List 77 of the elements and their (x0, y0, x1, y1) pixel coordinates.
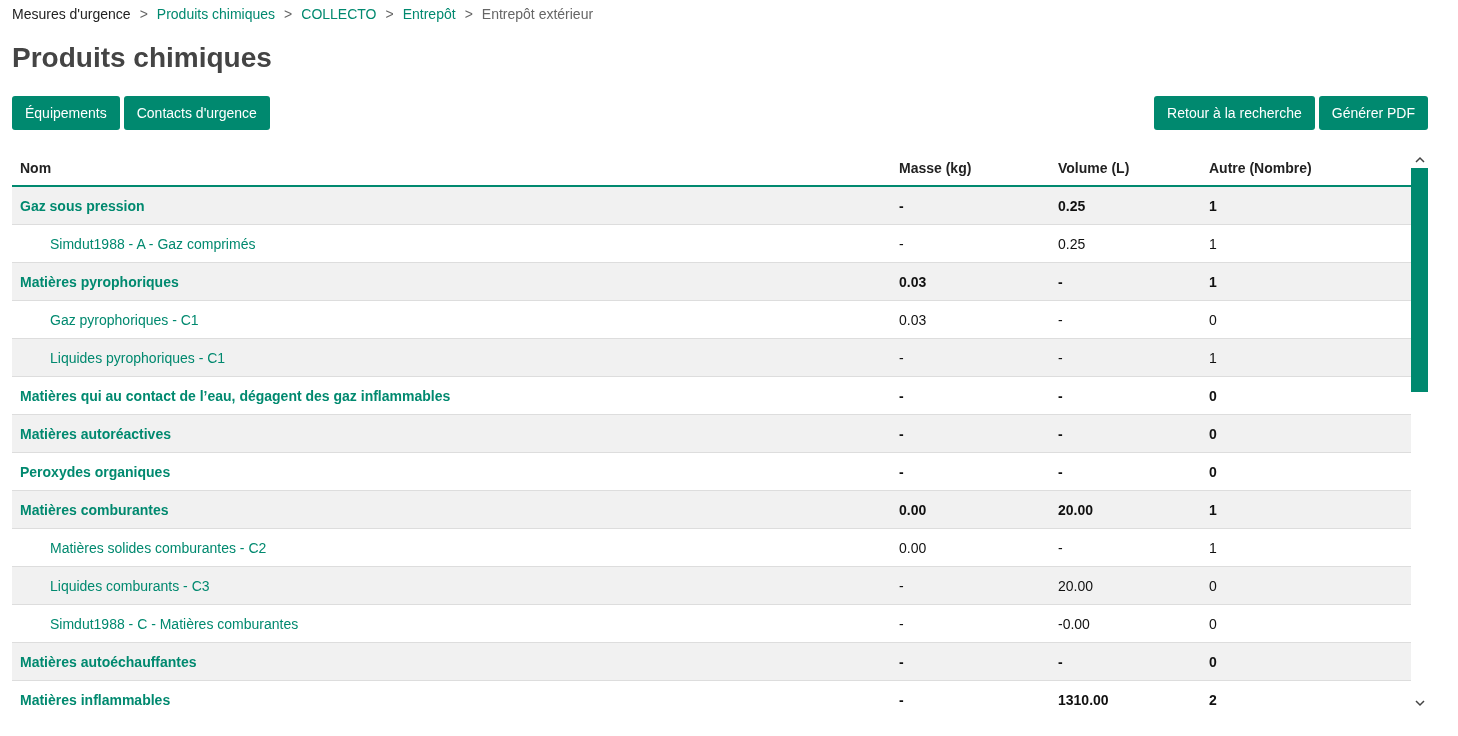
category-name[interactable]: Gaz sous pression (12, 197, 891, 214)
table-cell-text: 1310.00 (1057, 691, 1110, 707)
category-name[interactable]: Peroxydes organiques (12, 463, 891, 480)
table-cell-text: - (898, 387, 905, 404)
substance-name[interactable]: Simdut1988 - A - Gaz comprimés (12, 235, 891, 252)
substance-name[interactable]: Matières solides comburantes - C2 (12, 539, 891, 556)
breadcrumb-item[interactable]: Entrepôt (402, 4, 456, 24)
table-cell-text: - (898, 691, 905, 707)
table-cell-text: 0 (1208, 387, 1218, 404)
table-cell-text: - (898, 197, 905, 214)
table-cell-text: 1 (1208, 273, 1218, 290)
column-header: Nom (19, 160, 53, 176)
breadcrumb-separator: > (284, 5, 293, 24)
table-cell-text: 0.00 (898, 501, 928, 518)
table-cell-text: 0.03 (898, 311, 928, 328)
table-cell-text: -0.00 (1057, 615, 1091, 632)
table-cell-text: - (1057, 311, 1064, 328)
category-name[interactable]: Matières comburantes (12, 501, 891, 518)
category-name[interactable]: Matières autoéchauffantes (12, 653, 891, 670)
table-cell-text: 0.00 (898, 539, 928, 556)
table-cell-text: 1 (1208, 501, 1218, 518)
category-name[interactable]: Matières autoréactives (12, 425, 891, 442)
table-cell-text: - (898, 425, 905, 442)
substance-name[interactable]: Liquides pyrophoriques - C1 (12, 349, 891, 366)
table-cell-text: 0.25 (1057, 235, 1087, 252)
table-cell-text: 0 (1208, 425, 1218, 442)
toolbar-button[interactable]: Équipements (12, 96, 120, 130)
toolbar-button[interactable]: Contacts d'urgence (123, 96, 270, 130)
breadcrumb-separator: > (385, 5, 394, 24)
table-cell-text: 0 (1208, 653, 1218, 670)
table-cell-text: 0 (1208, 577, 1218, 594)
breadcrumb-item: Mesures d'urgence (12, 5, 131, 24)
table-cell-text: - (898, 235, 905, 252)
column-header: Autre (Nombre) (1208, 160, 1313, 176)
table-cell-text: - (1057, 425, 1064, 442)
table-cell-text: 1 (1208, 197, 1218, 214)
table-cell-text: 1 (1208, 349, 1218, 366)
scroll-down-icon[interactable] (1414, 699, 1425, 707)
toolbar-button[interactable]: Générer PDF (1318, 96, 1428, 130)
table-cell-text: - (898, 463, 905, 480)
toolbar-button[interactable]: Retour à la recherche (1154, 96, 1315, 130)
page-title: Produits chimiques (12, 41, 273, 75)
table-cell-text: - (1057, 539, 1064, 556)
substance-name[interactable]: Gaz pyrophoriques - C1 (12, 311, 891, 328)
table-cell-text: - (1057, 463, 1064, 480)
breadcrumb-item[interactable]: COLLECTO (301, 4, 377, 24)
breadcrumb-item[interactable]: Produits chimiques (156, 4, 276, 24)
table-cell-text: - (898, 349, 905, 366)
category-name[interactable]: Matières qui au contact de l’eau, dégagent des gaz inflammables (12, 387, 891, 404)
breadcrumb-separator: > (139, 5, 148, 24)
category-name[interactable]: Matières pyrophoriques (12, 273, 891, 290)
scrollbar-thumb[interactable] (1411, 168, 1428, 392)
table-cell-text: - (1057, 387, 1064, 404)
table-cell-text: 20.00 (1057, 577, 1095, 594)
table-cell-text: - (1057, 653, 1064, 670)
table-cell-text: - (898, 615, 905, 632)
table-cell-text: 0 (1208, 311, 1218, 328)
breadcrumb-separator: > (464, 5, 473, 24)
scroll-up-icon[interactable] (1414, 156, 1425, 164)
table-cell-text: - (898, 577, 905, 594)
table-cell-text: 0.25 (1057, 197, 1087, 214)
substance-name[interactable]: Liquides comburants - C3 (12, 577, 891, 594)
table-cell-text: 1 (1208, 235, 1218, 252)
table-cell-text: 1 (1208, 539, 1218, 556)
table-cell-text: 0.03 (898, 273, 928, 290)
column-header: Masse (kg) (898, 160, 973, 176)
category-name[interactable]: Matières inflammables (12, 691, 891, 707)
table-cell-text: - (898, 653, 905, 670)
table-cell-text: 2 (1208, 691, 1218, 707)
column-header: Volume (L) (1057, 160, 1131, 176)
table-cell-text: - (1057, 273, 1064, 290)
table-cell-text: - (1057, 349, 1064, 366)
substance-name[interactable]: Simdut1988 - C - Matières comburantes (12, 615, 891, 632)
breadcrumb-item: Entrepôt extérieur (481, 5, 594, 24)
table-cell-text: 20.00 (1057, 501, 1095, 518)
table-cell-text: 0 (1208, 615, 1218, 632)
table-cell-text: 0 (1208, 463, 1218, 480)
